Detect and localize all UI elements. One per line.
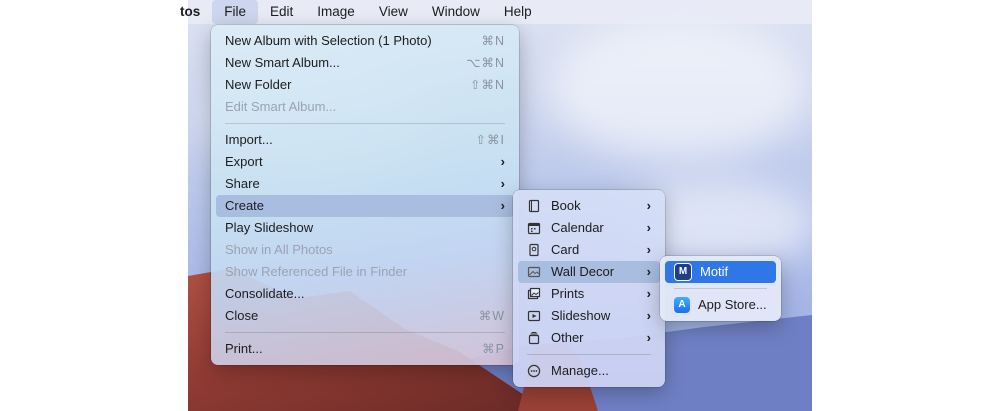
create-submenu: Book › Calendar › Card › Wall Decor › Pr… [513, 190, 665, 387]
menubar-view[interactable]: View [367, 0, 420, 24]
submenu-chevron-icon: › [646, 330, 651, 345]
menu-item-label: Print... [225, 341, 263, 356]
menu-item-wall-decor[interactable]: Wall Decor › [518, 261, 660, 283]
menu-item-show-in-all-photos: Show in All Photos [216, 239, 514, 261]
menu-item-label: Prints [551, 286, 585, 301]
submenu-chevron-icon: › [500, 198, 505, 213]
menu-item-label: Show Referenced File in Finder [225, 264, 408, 279]
menu-item-new-smart-album[interactable]: New Smart Album... ⌥⌘N [216, 52, 514, 74]
book-icon [527, 199, 541, 213]
menu-item-label: Create [225, 198, 265, 213]
menu-item-label: Share [225, 176, 260, 191]
menu-separator [674, 288, 767, 289]
menu-item-card[interactable]: Card › [518, 239, 660, 261]
menu-separator [225, 123, 505, 124]
menu-item-label: Import... [225, 132, 273, 147]
submenu-chevron-icon: › [646, 264, 651, 279]
menu-item-play-slideshow[interactable]: Play Slideshow [216, 217, 514, 239]
submenu-chevron-icon: › [646, 220, 651, 235]
menu-item-book[interactable]: Book › [518, 195, 660, 217]
submenu-chevron-icon: › [646, 286, 651, 301]
menu-item-label: Edit Smart Album... [225, 99, 337, 114]
menu-separator [225, 332, 505, 333]
menu-item-label: Other [551, 330, 584, 345]
menu-item-label: Export [225, 154, 263, 169]
menu-item-shortcut: ⌥⌘N [466, 56, 505, 70]
menu-item-label: Consolidate... [225, 286, 305, 301]
menu-separator [527, 354, 651, 355]
menu-item-new-album-with-selection[interactable]: New Album with Selection (1 Photo) ⌘N [216, 30, 514, 52]
menu-item-label: Slideshow [551, 308, 611, 323]
app-store-icon: A [674, 297, 690, 313]
calendar-icon [527, 221, 541, 235]
menubar-file[interactable]: File [212, 0, 259, 24]
menu-item-import[interactable]: Import... ⇧⌘I [216, 129, 514, 151]
menu-item-motif[interactable]: M Motif [665, 261, 776, 283]
menu-item-shortcut: ⌘N [481, 34, 505, 48]
menu-item-consolidate[interactable]: Consolidate... [216, 283, 514, 305]
menu-item-export[interactable]: Export › [216, 151, 514, 173]
motif-app-icon: M [674, 263, 692, 281]
menu-bar: tos File Edit Image View Window Help [180, 0, 812, 24]
menu-item-manage[interactable]: Manage... [518, 360, 660, 382]
stack-icon [527, 331, 541, 345]
prints-icon [527, 287, 541, 301]
menubar-window[interactable]: Window [420, 0, 492, 24]
menu-item-label: Close [225, 308, 259, 323]
menubar-image[interactable]: Image [305, 0, 367, 24]
menu-item-shortcut: ⇧⌘N [469, 78, 505, 92]
menu-item-label: Play Slideshow [225, 220, 314, 235]
card-icon [527, 243, 541, 257]
menu-item-calendar[interactable]: Calendar › [518, 217, 660, 239]
menu-item-label: New Album with Selection (1 Photo) [225, 33, 432, 48]
submenu-chevron-icon: › [646, 308, 651, 323]
menu-item-other[interactable]: Other › [518, 327, 660, 349]
wall-decor-submenu: M Motif A App Store... [660, 256, 781, 321]
menu-item-app-store[interactable]: A App Store... [665, 294, 776, 316]
menu-item-print[interactable]: Print... ⌘P [216, 338, 514, 360]
menu-item-edit-smart-album: Edit Smart Album... [216, 96, 514, 118]
menu-item-label: Motif [700, 264, 729, 279]
menu-item-shortcut: ⇧⌘I [475, 133, 505, 147]
picture-icon [527, 265, 541, 279]
menu-item-label: Wall Decor [551, 264, 615, 279]
menu-item-close[interactable]: Close ⌘W [216, 305, 514, 327]
menubar-help[interactable]: Help [492, 0, 544, 24]
menu-item-share[interactable]: Share › [216, 173, 514, 195]
submenu-chevron-icon: › [646, 242, 651, 257]
menu-item-label: Card [551, 242, 580, 257]
menu-item-shortcut: ⌘P [482, 342, 505, 356]
menu-item-slideshow[interactable]: Slideshow › [518, 305, 660, 327]
menu-item-label: Show in All Photos [225, 242, 333, 257]
menu-item-label: New Folder [225, 77, 292, 92]
menu-item-prints[interactable]: Prints › [518, 283, 660, 305]
menu-item-new-folder[interactable]: New Folder ⇧⌘N [216, 74, 514, 96]
submenu-chevron-icon: › [500, 154, 505, 169]
menu-item-shortcut: ⌘W [478, 309, 505, 323]
ellipsis-circle-icon [527, 364, 541, 378]
menu-item-show-referenced-file: Show Referenced File in Finder [216, 261, 514, 283]
menu-item-label: New Smart Album... [225, 55, 340, 70]
menu-item-label: Book [551, 198, 581, 213]
menubar-app-name[interactable]: tos [180, 0, 212, 24]
menu-item-label: Calendar [551, 220, 604, 235]
menu-item-label: App Store... [698, 297, 767, 312]
submenu-chevron-icon: › [646, 198, 651, 213]
file-menu: New Album with Selection (1 Photo) ⌘N Ne… [211, 25, 519, 365]
menu-item-label: Manage... [551, 363, 609, 378]
menubar-edit[interactable]: Edit [258, 0, 305, 24]
submenu-chevron-icon: › [500, 176, 505, 191]
menu-item-create[interactable]: Create › [216, 195, 514, 217]
slideshow-icon [527, 309, 541, 323]
